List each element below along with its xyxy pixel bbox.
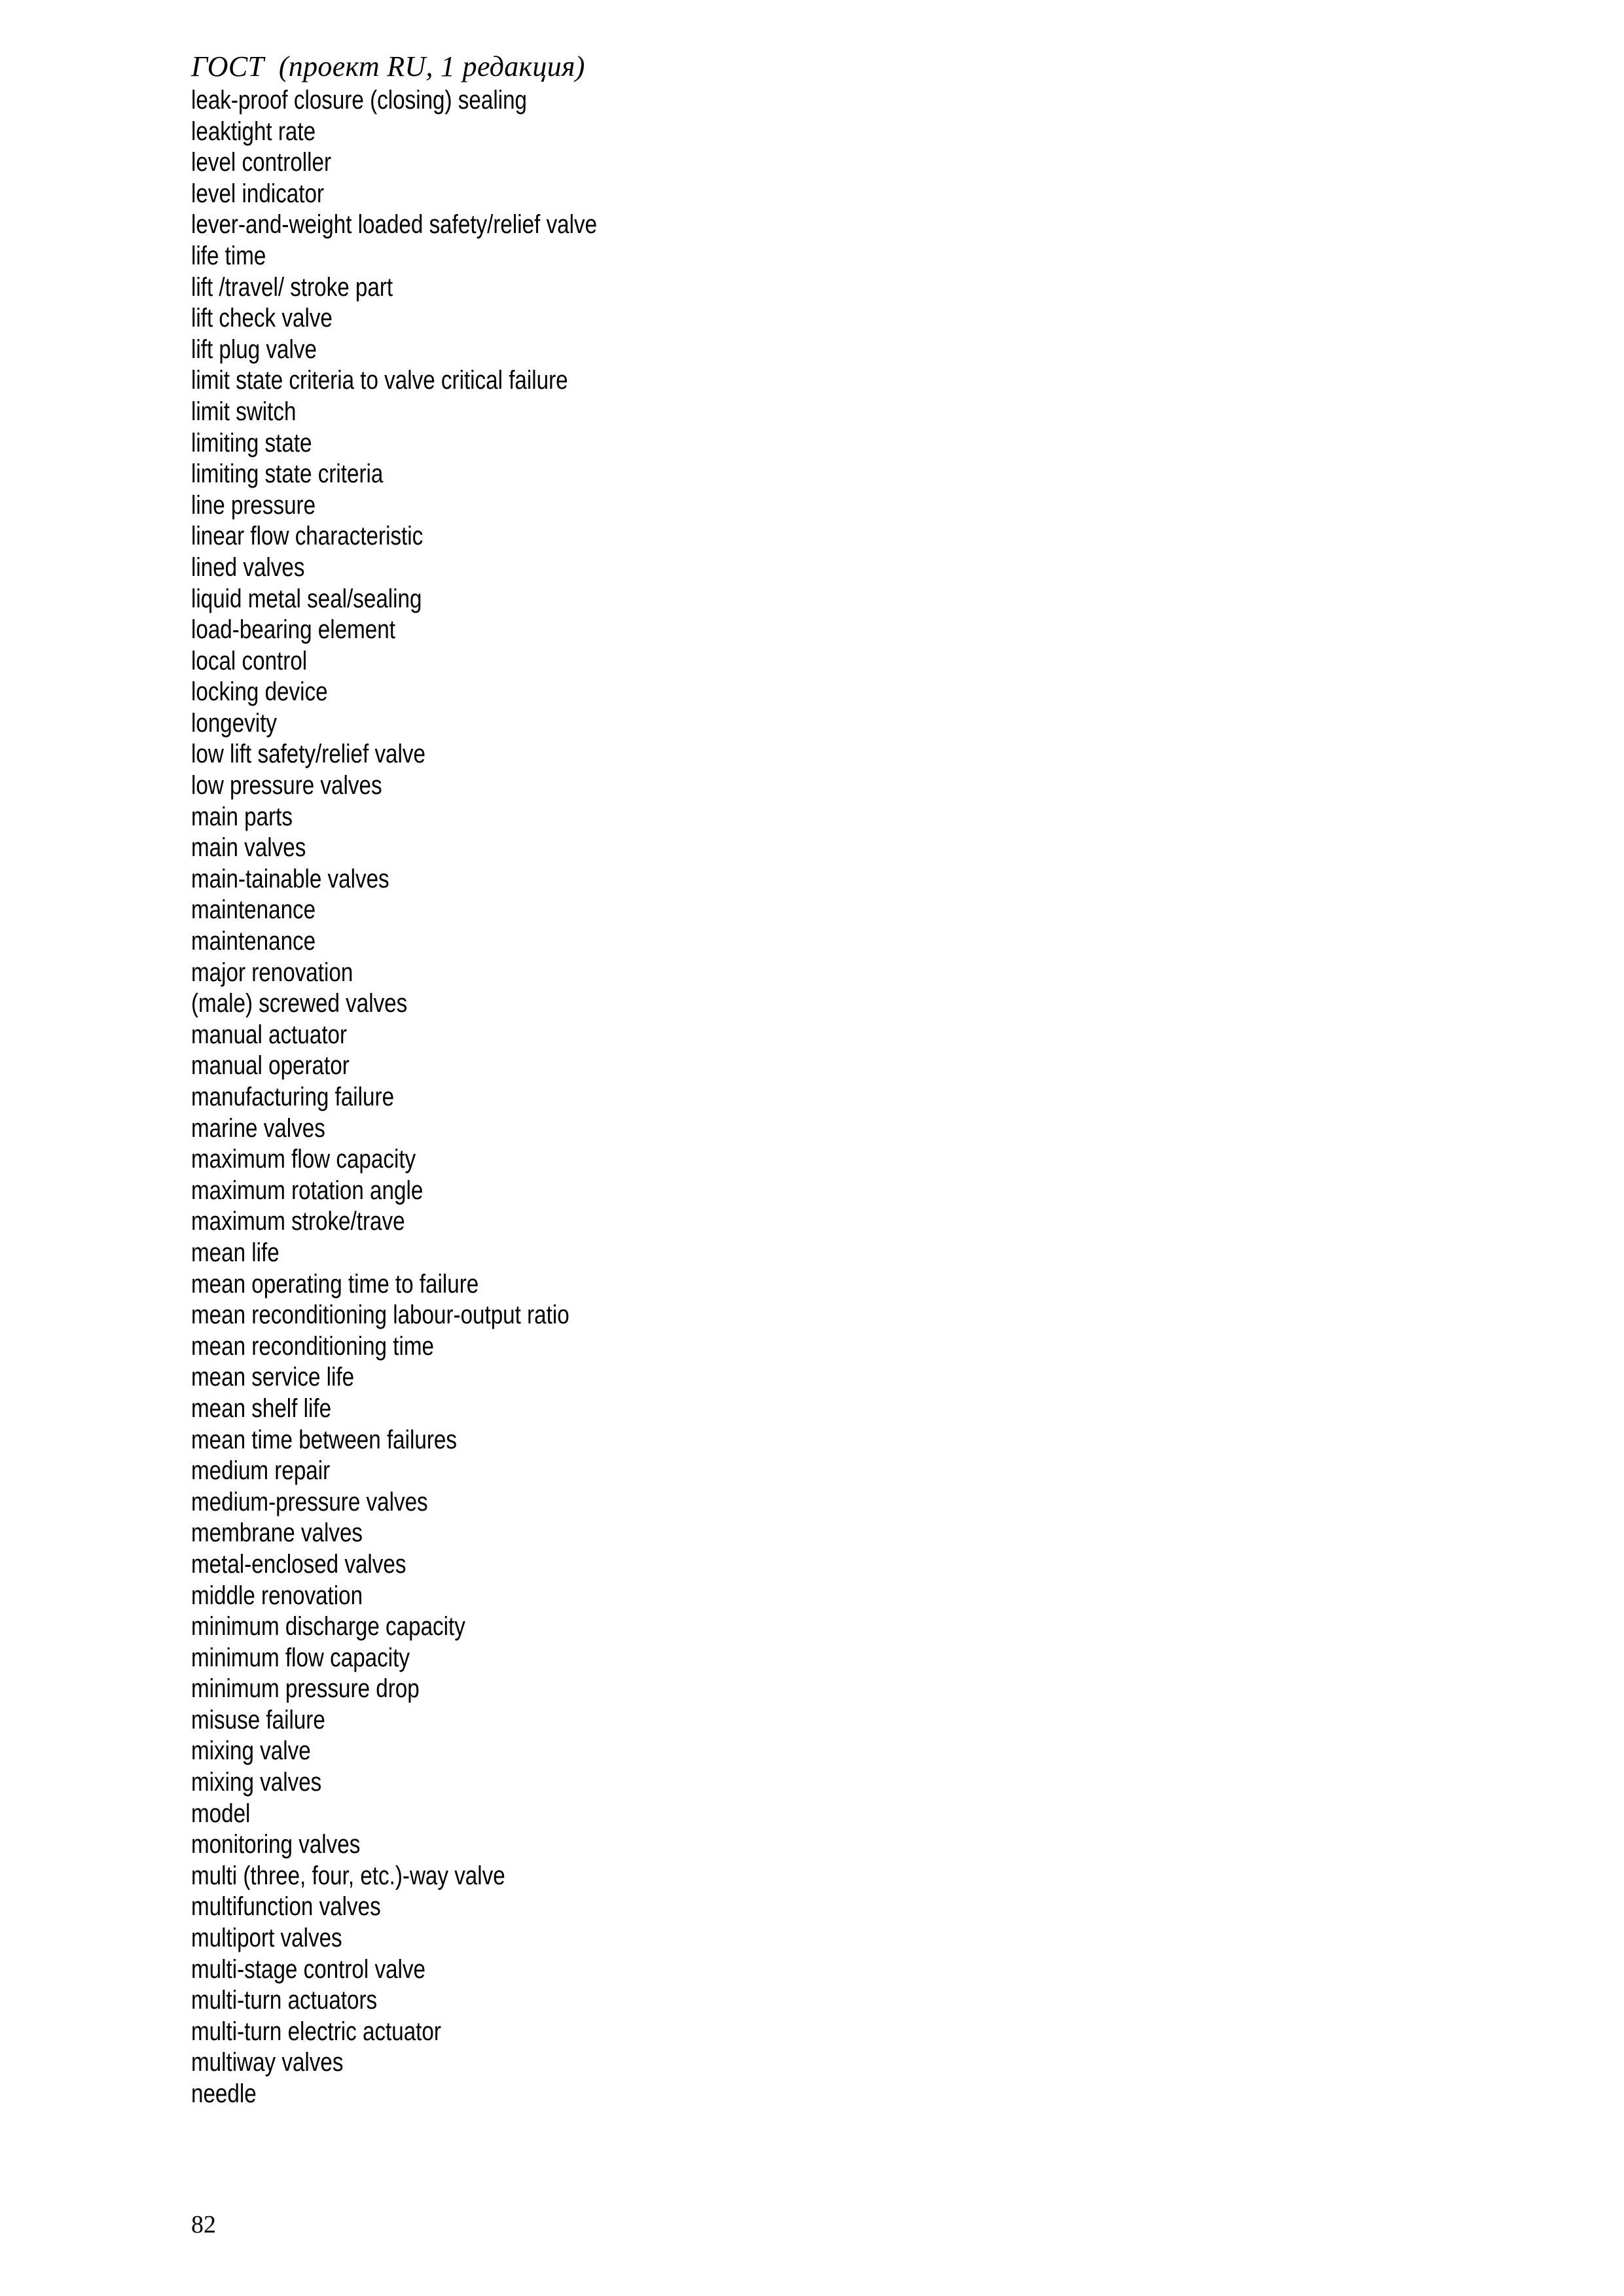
list-item: liquid metal seal/sealing [191, 584, 422, 613]
list-item: manual actuator [191, 1020, 348, 1049]
list-item: metal-enclosed valves [191, 1549, 406, 1579]
list-item: model [191, 1799, 251, 1828]
list-item: lift plug valve [191, 334, 317, 364]
list-item: load-bearing element [191, 615, 395, 645]
list-item: mixing valve [191, 1736, 311, 1766]
document-page: ГОСТ (проект RU, 1 редакция) leak-proof … [0, 0, 1624, 2296]
terminology-list: leak-proof closure (closing) sealing leak… [191, 85, 1435, 2110]
list-item: low lift safety/relief valve [191, 740, 425, 769]
list-item: multi (three, four, etc.)-way valve [191, 1861, 505, 1890]
list-item: multi-stage control valve [191, 1954, 425, 1984]
list-item: maximum rotation angle [191, 1175, 424, 1205]
list-item: lever-and-weight loaded safety/relief va… [191, 210, 598, 240]
list-item: main valves [191, 833, 306, 863]
list-item: marine valves [191, 1113, 325, 1143]
document-header: ГОСТ (проект RU, 1 редакция) [191, 50, 585, 82]
list-item: limit switch [191, 397, 297, 426]
list-item: mean life [191, 1238, 280, 1267]
list-item: manual operator [191, 1051, 350, 1081]
list-item: membrane valves [191, 1518, 363, 1548]
list-item: misuse failure [191, 1705, 325, 1734]
list-item: multiway valves [191, 2048, 344, 2077]
list-item: multifunction valves [191, 1892, 381, 1922]
list-item: limiting state [191, 428, 312, 457]
list-item: longevity [191, 708, 278, 738]
list-item: medium repair [191, 1456, 331, 1486]
list-item: minimum flow capacity [191, 1643, 410, 1672]
list-item: maximum flow capacity [191, 1145, 416, 1174]
list-item: lined valves [191, 552, 305, 582]
list-item: main parts [191, 802, 293, 831]
list-item: line pressure [191, 490, 316, 520]
list-item: maximum stroke/trave [191, 1207, 405, 1236]
list-item: needle [191, 2079, 257, 2108]
list-item: maintenance [191, 927, 316, 956]
list-item: multiport valves [191, 1924, 342, 1953]
list-item: middle renovation [191, 1581, 363, 1610]
list-item: medium-pressure valves [191, 1487, 428, 1516]
list-item: lift /travel/ stroke part [191, 272, 393, 302]
list-item: lift check valve [191, 304, 333, 333]
list-item: minimum pressure drop [191, 1674, 420, 1704]
list-item: mean reconditioning time [191, 1331, 434, 1361]
list-item: main-tainable valves [191, 864, 389, 893]
list-item: mean operating time to failure [191, 1269, 479, 1299]
list-item: manufacturing failure [191, 1083, 395, 1111]
list-item: mean service life [191, 1363, 355, 1392]
list-item: maintenance [191, 895, 316, 925]
list-item: limit state criteria to valve critical f… [191, 366, 568, 395]
list-item: level indicator [191, 179, 324, 208]
list-item: local control [191, 646, 308, 675]
list-item: locking device [191, 677, 328, 707]
list-item: minimum discharge capacity [191, 1612, 465, 1641]
list-item: life time [191, 241, 266, 270]
list-item: linear flow characteristic [191, 522, 424, 551]
list-item: mean time between failures [191, 1425, 457, 1454]
list-item: mean shelf life [191, 1393, 332, 1423]
list-item: multi-turn electric actuator [191, 2017, 441, 2046]
list-item: low pressure valves [191, 771, 382, 800]
list-item: (male) screwed valves [191, 989, 408, 1018]
list-item: leak-proof closure (closing) sealing [191, 86, 528, 115]
list-item: leaktight rate [191, 117, 316, 146]
list-item: limiting state criteria [191, 459, 384, 489]
list-item: mixing valves [191, 1768, 322, 1797]
list-item: level controller [191, 148, 332, 177]
page-number: 82 [191, 2211, 216, 2238]
page-content: ГОСТ (проект RU, 1 редакция) leak-proof … [191, 51, 1435, 2110]
list-item: multi-turn actuators [191, 1986, 378, 2015]
list-item: monitoring valves [191, 1830, 361, 1859]
list-item: major renovation [191, 958, 353, 987]
list-item: mean reconditioning labour-output ratio [191, 1300, 569, 1330]
